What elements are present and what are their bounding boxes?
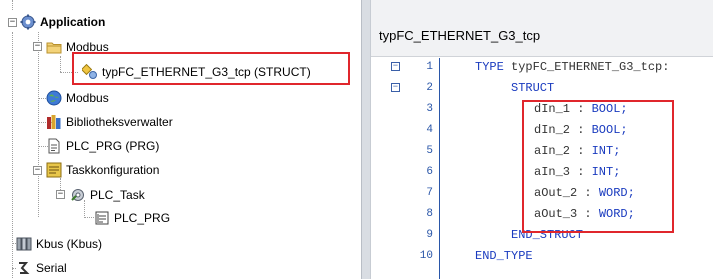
code-line: − 1 TYPE typFC_ETHERNET_G3_tcp: [371,58,713,78]
fold-toggle-struct[interactable]: − [391,83,400,92]
fold-toggle-type[interactable]: − [391,62,400,71]
collapse-toggle-application[interactable]: − [8,18,17,27]
serial-icon [16,260,32,276]
library-books-icon [46,114,62,130]
tree-item-plc-prg-call[interactable]: PLC_PRG [94,208,170,228]
editor-header: typFC_ETHERNET_G3_tcp [371,0,713,57]
tree-item-application[interactable]: Application [20,12,105,32]
line-number: 9 [426,229,433,241]
tree-item-label: Bibliotheksverwalter [66,115,173,129]
task-gear-icon [70,187,86,203]
tree-item-plc-task[interactable]: PLC_Task [70,185,145,205]
keyword: TYPE [475,60,512,74]
tree-item-label: Taskkonfiguration [66,163,160,177]
code-editor: typFC_ETHERNET_G3_tcp − 1 TYPE typFC_ETH… [371,0,713,279]
line-number: 5 [426,145,433,157]
application-gear-icon [20,14,36,30]
tree-connector [12,32,13,279]
tree-item-label: Modbus [66,91,109,105]
tree-item-label: Application [40,15,106,29]
line-number: 7 [426,187,433,199]
panel-splitter[interactable] [361,0,371,279]
tree-connector [12,0,13,10]
project-tree: − − − − Application Modbus typFC_ETHERNE… [0,0,361,279]
collapse-toggle-taskkonfiguration[interactable]: − [33,166,42,175]
struct-icon [80,63,98,80]
folder-icon [46,39,62,55]
line-number: 1 [426,61,433,73]
type-name: typFC_ETHERNET_G3_tcp: [511,60,670,74]
tree-item-label: typFC_ETHERNET_G3_tcp (STRUCT) [102,65,311,79]
line-number: 6 [426,166,433,178]
tree-item-label: Kbus (Kbus) [36,237,103,251]
editor-title: typFC_ETHERNET_G3_tcp [379,28,541,43]
tree-item-label: Serial [36,261,67,275]
line-number: 8 [426,208,433,220]
fields-highlight-box [522,100,674,233]
tree-item-serial[interactable]: Serial [16,258,67,278]
tree-item-kbus[interactable]: Kbus (Kbus) [16,234,102,254]
tree-item-library-manager[interactable]: Bibliotheksverwalter [46,112,173,132]
line-number: 3 [426,103,433,115]
tree-item-label: PLC_PRG (PRG) [66,139,160,153]
tree-connector [60,56,61,72]
keyword: STRUCT [511,81,555,95]
collapse-toggle-modbus-folder[interactable]: − [33,42,42,51]
tree-item-modbus-global[interactable]: Modbus [46,88,109,108]
tree-item-plc-prg[interactable]: PLC_PRG (PRG) [46,136,159,156]
line-number: 10 [419,250,433,262]
keyword: END_TYPE [475,249,533,263]
tree-item-label: PLC_PRG [114,211,171,225]
program-call-icon [94,210,110,226]
tree-item-struct[interactable]: typFC_ETHERNET_G3_tcp (STRUCT) [80,62,311,82]
line-number: 4 [426,124,433,136]
collapse-toggle-plc-task[interactable]: − [56,190,65,199]
tree-connector [84,217,94,218]
line-number: 2 [426,82,433,94]
document-icon [46,138,62,154]
tree-item-taskkonfiguration[interactable]: Taskkonfiguration [46,160,159,180]
task-config-icon [46,162,62,178]
code-line: 10 END_TYPE [371,247,713,267]
tree-item-label: PLC_Task [90,188,145,202]
tree-connector [38,32,39,217]
kbus-icon [16,236,32,252]
globe-icon [46,90,62,106]
code-line: − 2 STRUCT [371,79,713,99]
